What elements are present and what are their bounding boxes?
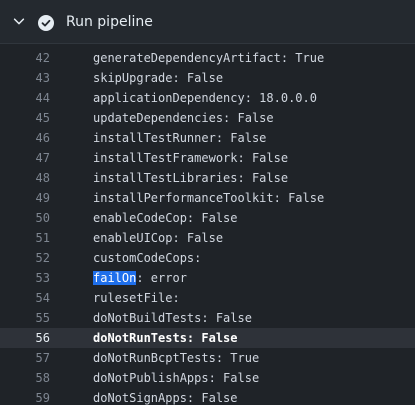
log-line[interactable]: 59 doNotSignApps: False [0, 388, 415, 405]
line-number[interactable]: 50 [0, 208, 50, 228]
line-number[interactable]: 47 [0, 148, 50, 168]
log-line[interactable]: 42 generateDependencyArtifact: True [0, 48, 415, 68]
line-number[interactable]: 51 [0, 228, 50, 248]
line-number[interactable]: 48 [0, 168, 50, 188]
log-line[interactable]: 53 failOn: error [0, 268, 415, 288]
log-line-text: installTestRunner: False [93, 131, 267, 145]
log-line[interactable]: 52 customCodeCops: [0, 248, 415, 268]
log-output: 42 generateDependencyArtifact: True 43 skip… [0, 48, 415, 405]
log-line[interactable]: 56 doNotRunTests: False [0, 328, 415, 348]
line-number[interactable]: 46 [0, 128, 50, 148]
log-line[interactable]: 57 doNotRunBcptTests: True [0, 348, 415, 368]
log-line[interactable]: 48 installTestLibraries: False [0, 168, 415, 188]
log-line[interactable]: 50 enableCodeCop: False [0, 208, 415, 228]
chevron-down-icon[interactable] [12, 14, 26, 28]
log-line-text: customCodeCops: [93, 251, 202, 265]
line-number[interactable]: 53 [0, 268, 50, 288]
log-line[interactable]: 49 installPerformanceToolkit: False [0, 188, 415, 208]
line-number[interactable]: 56 [0, 328, 50, 348]
line-number[interactable]: 54 [0, 288, 50, 308]
log-line-text: applicationDependency: 18.0.0.0 [93, 91, 317, 105]
log-line-text: doNotRunBcptTests: True [93, 351, 260, 365]
log-line-text: installTestFramework: False [93, 151, 289, 165]
log-line-text: skipUpgrade: False [93, 71, 224, 85]
log-line[interactable]: 54 rulesetFile: [0, 288, 415, 308]
log-line[interactable]: 58 doNotPublishApps: False [0, 368, 415, 388]
log-line-text: generateDependencyArtifact: True [93, 51, 325, 65]
log-line[interactable]: 45 updateDependencies: False [0, 108, 415, 128]
log-line[interactable]: 43 skipUpgrade: False [0, 68, 415, 88]
selected-text: failOn [93, 271, 137, 285]
line-number[interactable]: 45 [0, 108, 50, 128]
log-line[interactable]: 51 enableUICop: False [0, 228, 415, 248]
line-number[interactable]: 42 [0, 48, 50, 68]
line-number[interactable]: 49 [0, 188, 50, 208]
line-number[interactable]: 58 [0, 368, 50, 388]
log-line-text: doNotRunTests: False [93, 331, 238, 345]
log-line-text: installPerformanceToolkit: False [93, 191, 325, 205]
log-line[interactable]: 55 doNotBuildTests: False [0, 308, 415, 328]
line-number[interactable]: 52 [0, 248, 50, 268]
log-line[interactable]: 44 applicationDependency: 18.0.0.0 [0, 88, 415, 108]
log-line-text: doNotBuildTests: False [93, 311, 252, 325]
line-number[interactable]: 59 [0, 388, 50, 405]
line-number[interactable]: 44 [0, 88, 50, 108]
job-step-header[interactable]: Run pipeline [0, 0, 415, 44]
line-number[interactable]: 43 [0, 68, 50, 88]
log-line[interactable]: 47 installTestFramework: False [0, 148, 415, 168]
step-title[interactable]: Run pipeline [66, 14, 153, 30]
log-line-text: installTestLibraries: False [93, 171, 289, 185]
line-number[interactable]: 57 [0, 348, 50, 368]
log-line-text: enableUICop: False [93, 231, 224, 245]
check-circle-icon [38, 15, 54, 31]
log-line-text: doNotSignApps: False [93, 391, 238, 405]
log-line[interactable]: 46 installTestRunner: False [0, 128, 415, 148]
log-line-text: failOn: error [93, 271, 187, 285]
log-line-text: updateDependencies: False [93, 111, 274, 125]
log-line-text: enableCodeCop: False [93, 211, 238, 225]
log-line-text: rulesetFile: [93, 291, 180, 305]
line-number[interactable]: 55 [0, 308, 50, 328]
log-line-text: doNotPublishApps: False [93, 371, 260, 385]
